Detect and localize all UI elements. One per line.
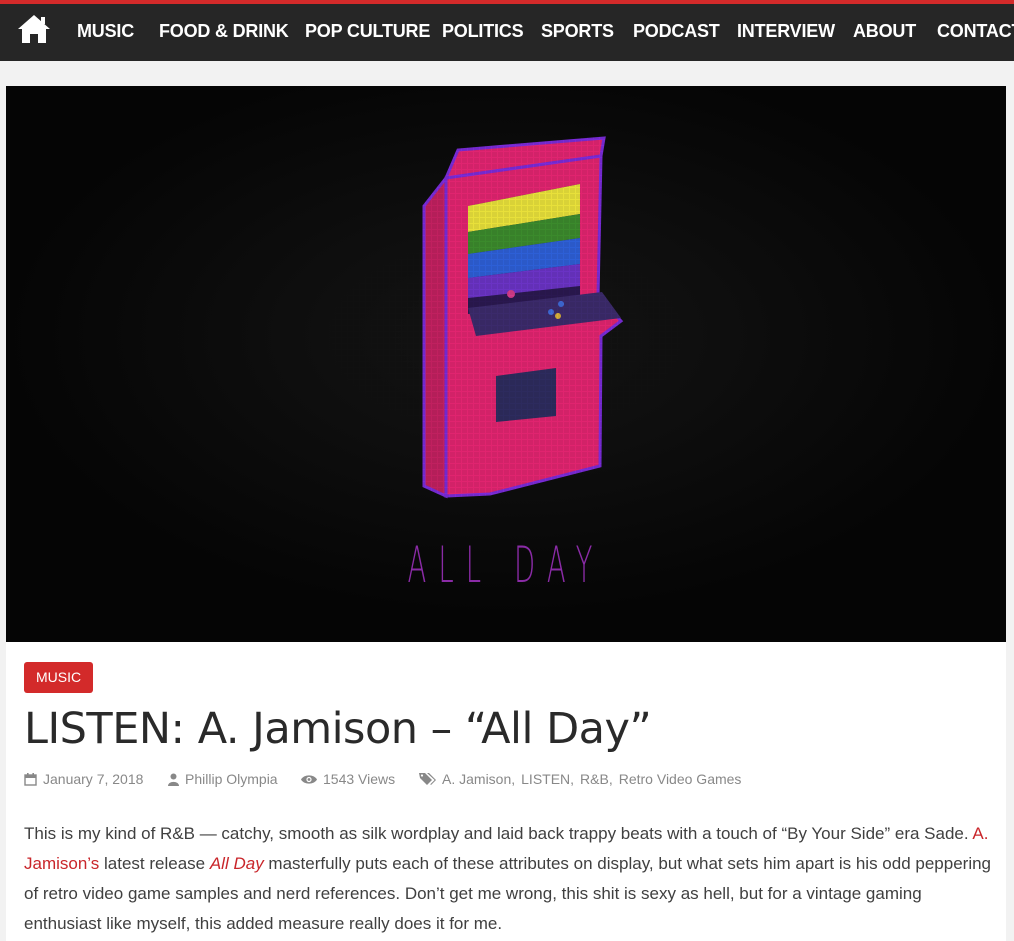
post-date: January 7, 2018 [24,769,143,789]
nav-item-about[interactable]: ABOUT [853,21,916,42]
user-icon [168,773,179,786]
body-text-1: This is my kind of R&B — catchy, smooth … [24,824,973,843]
post-body-paragraph: This is my kind of R&B — catchy, smooth … [24,819,994,939]
nav-item-food-drink[interactable]: FOOD & DRINK [159,21,289,42]
post-author-link[interactable]: Phillip Olympia [185,771,278,787]
post-author: Phillip Olympia [168,769,278,789]
post-title: LISTEN: A. Jamison – “All Day” [24,704,652,754]
tag-link[interactable]: Retro Video Games [619,771,742,787]
nav-item-interview[interactable]: INTERVIEW [737,21,835,42]
article-card: ALL DAY MUSIC LISTEN: A. Jamison – “All … [6,86,1006,941]
tag-separator: , [608,771,613,787]
post-date-link[interactable]: January 7, 2018 [43,771,143,787]
nav-item-pop-culture[interactable]: POP CULTURE [305,21,430,42]
tag-separator: , [511,771,516,787]
featured-image[interactable]: ALL DAY [6,86,1006,642]
hero-title: ALL DAY [407,536,605,594]
calendar-icon [24,772,37,786]
eye-icon [301,774,317,784]
body-text-2: latest release [99,854,210,873]
tag-link[interactable]: A. Jamison [442,771,511,787]
nav-item-music[interactable]: MUSIC [77,21,134,42]
home-icon[interactable] [17,14,51,48]
post-views-count: 1543 Views [323,771,396,787]
nav-item-sports[interactable]: SPORTS [541,21,614,42]
nav-item-contact[interactable]: CONTACT [937,21,1014,42]
tag-link[interactable]: LISTEN [521,771,570,787]
tag-link[interactable]: R&B [580,771,609,787]
nav-item-politics[interactable]: POLITICS [442,21,524,42]
category-badge[interactable]: MUSIC [24,662,94,693]
post-views: 1543 Views [301,769,395,789]
post-tags: A. Jamison, LISTEN, R&B, Retro Video Gam… [419,769,741,789]
tags-icon [419,773,436,785]
tag-separator: , [570,771,575,787]
nav-item-podcast[interactable]: PODCAST [633,21,720,42]
main-navigation: MUSIC FOOD & DRINK POP CULTURE POLITICS … [0,0,1014,61]
release-link[interactable]: All Day [210,854,264,873]
